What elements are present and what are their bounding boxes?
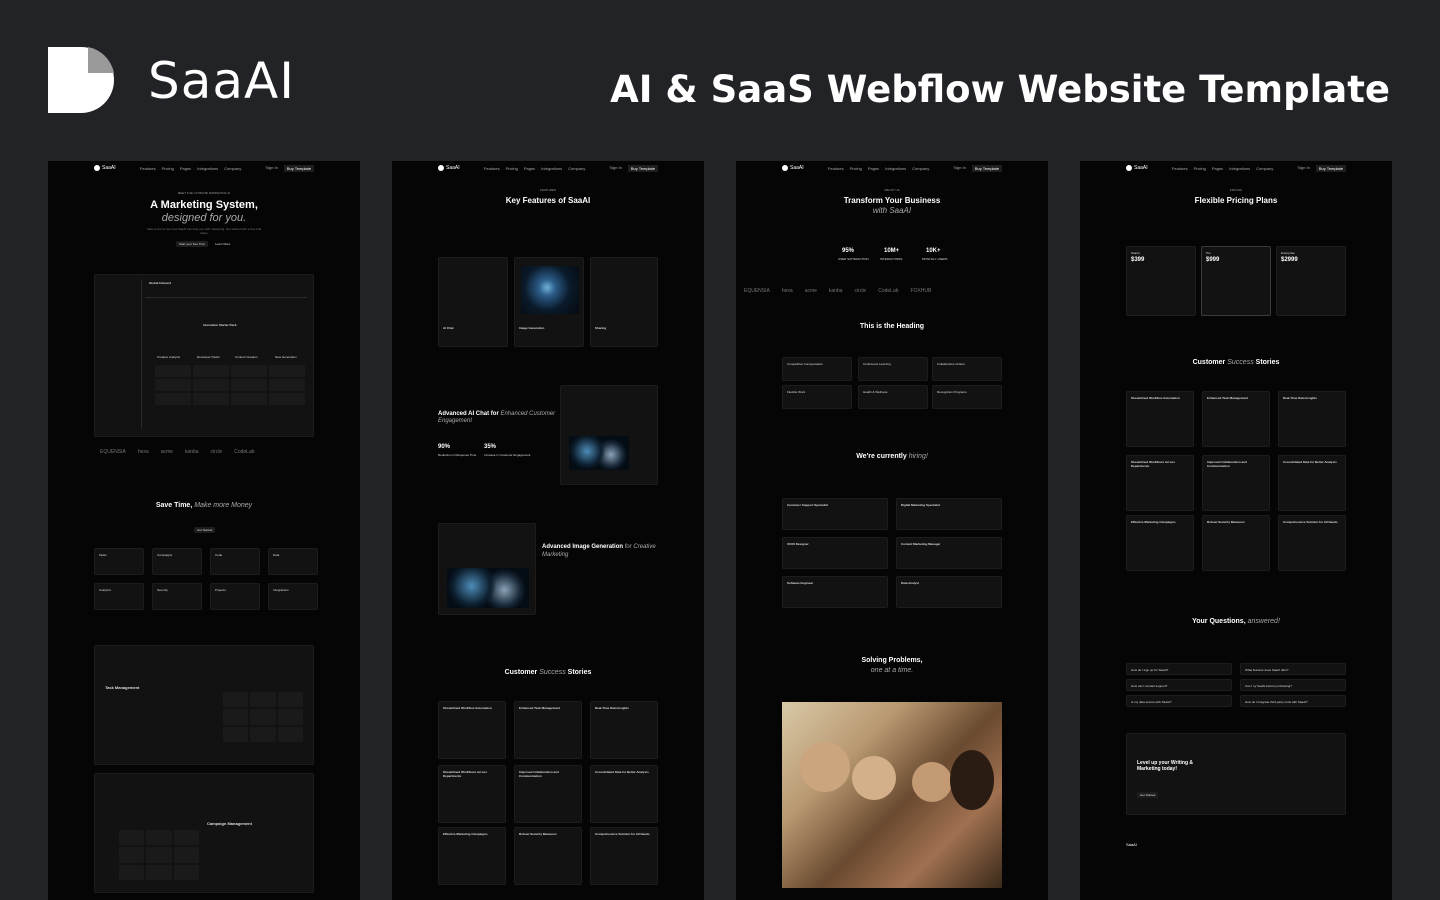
cta-block: Level up your Writing & Marketing today!… [1126,733,1346,815]
cta-button[interactable]: Get Started [1137,792,1159,798]
hero-title: A Marketing System, [150,199,258,211]
chat-preview [560,385,658,485]
about-italic: with SaaAI [872,206,912,215]
solving-italic: one at a time. [870,667,914,674]
image-gen-preview [438,523,536,615]
chat-title: Advanced AI Chat for Enhanced Customer E… [438,411,556,424]
team-photo [782,702,1002,888]
hero-primary-button[interactable]: Start your free Trial [176,241,208,247]
preview-nav: SaaAI Features Pricing Pages Integrations Co… [736,161,1048,175]
preview-nav: SaaAI Features Pricing Pages Integrations Co… [48,161,360,175]
saaai-logo-icon [48,47,114,113]
about-logo-strip: EQUENSIA hexa acme kanba circle CodeLab FOXHUB [744,288,932,294]
hero-italic: designed for you. [161,212,247,224]
section-button[interactable]: Get Started [194,527,216,533]
hero-tag: MEET THE ULTIMATE MARKETING AI [177,191,231,195]
preview-nav: SaaAI Features Pricing Pages Integrations Co… [392,161,704,175]
pricing-title: Flexible Pricing Plans [1194,196,1278,205]
features-title: Key Features of SaaAI [505,196,591,205]
hero-secondary-button[interactable]: Learn More [212,241,233,247]
values-heading: This is the Heading [859,323,925,330]
pricing-tag: PRICING [1229,188,1243,192]
image-gen-title: Advanced Image Generation for Creative M… [542,544,656,558]
preview-nav: SaaAI Features Pricing Pages Integrations Co… [1080,161,1392,175]
campaign-management-block: Campaign Management [94,773,314,893]
faq-title: Your Questions, answered! [1192,618,1280,625]
brand-name: SaaAI [148,52,295,110]
footer-brand: SaaAI [1126,842,1137,847]
testimonials-title: Customer Success Stories [504,669,592,676]
preview-pricing-page[interactable]: SaaAI Features Pricing Pages Integrations Co… [1080,161,1392,900]
preview-features-page[interactable]: SaaAI Features Pricing Pages Integrations Co… [392,161,704,900]
about-title: Transform Your Business [843,196,941,205]
about-tag: ABOUT US [884,188,900,192]
template-headline: AI & SaaS Webflow Website Template [610,68,1390,111]
planet-image [521,266,579,314]
solving-title: Solving Problems, [861,657,923,664]
p4-testimonials-title: Customer Success Stories [1192,359,1280,366]
nav-links: Features Pricing Pages Integrations Company [139,165,242,171]
hiring-title: We're currently hiring! [856,453,928,460]
preview-about-page[interactable]: SaaAI Features Pricing Pages Integrations Co… [736,161,1048,900]
hero-sub: Take a tour to see how SaaAI can help yo… [146,227,262,235]
logo-strip: EQUENSIA hexa acme kanba circle CodeLab [100,449,255,455]
nav-brand: SaaAI [94,165,116,171]
task-management-block: Task Management [94,645,314,765]
features-tag: FEATURES [540,188,556,192]
preview-home-page[interactable]: SaaAI Features Pricing Pages Integrations Co… [48,161,360,900]
section-title: Save Time, Make more Money [155,502,253,509]
app-preview: Global Inbound Innovation Starter Pack C… [94,274,314,437]
